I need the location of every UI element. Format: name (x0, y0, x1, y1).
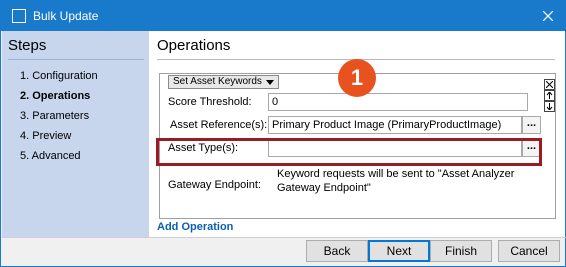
step-parameters[interactable]: 3. Parameters (20, 109, 98, 129)
close-icon (543, 11, 553, 21)
back-button[interactable]: Back (306, 240, 368, 262)
asset-reference-highlight (156, 138, 542, 166)
operations-panel: Operations Set Asset Keywords Score Thre… (149, 31, 565, 237)
step-operations[interactable]: 2. Operations (20, 89, 98, 109)
step-advanced[interactable]: 5. Advanced (20, 149, 98, 169)
bulk-update-dialog: Bulk Update Steps 1. Configuration 2. Op… (0, 0, 566, 267)
next-button[interactable]: Next (368, 240, 430, 262)
cancel-button[interactable]: Cancel (498, 240, 560, 262)
operation-type-label: Set Asset Keywords (173, 76, 262, 87)
move-up-button[interactable] (544, 90, 555, 101)
steps-divider (8, 59, 144, 60)
window-title: Bulk Update (33, 9, 99, 23)
gateway-endpoint-description: Keyword requests will be sent to "Asset … (277, 168, 515, 194)
step-configuration[interactable]: 1. Configuration (20, 69, 98, 89)
gateway-endpoint-label: Gateway Endpoint: (168, 179, 261, 191)
arrow-up-icon (546, 92, 553, 99)
score-threshold-field[interactable]: 0 (268, 93, 528, 111)
steps-title: Steps (8, 37, 47, 54)
steps-list: 1. Configuration 2. Operations 3. Parame… (20, 69, 98, 169)
move-down-button[interactable] (544, 101, 555, 112)
step-preview[interactable]: 4. Preview (20, 129, 98, 149)
remove-operation-button[interactable] (544, 79, 555, 90)
finish-button[interactable]: Finish (430, 240, 492, 262)
title-bar: Bulk Update (1, 1, 565, 31)
score-threshold-label: Score Threshold: (168, 96, 252, 108)
steps-panel: Steps 1. Configuration 2. Operations 3. … (2, 31, 149, 237)
asset-reference-field[interactable]: Primary Product Image (PrimaryProductIma… (268, 116, 522, 134)
window-icon (12, 9, 26, 23)
dropdown-arrow-icon (265, 79, 274, 85)
footer-divider (2, 237, 566, 238)
close-icon (546, 81, 553, 88)
close-button[interactable] (531, 1, 565, 31)
operations-title: Operations (157, 37, 231, 54)
asset-reference-label: Asset Reference(s): (170, 119, 268, 131)
arrow-down-icon (546, 103, 553, 110)
callout-badge: 1 (338, 59, 376, 97)
add-operation-link[interactable]: Add Operation (157, 221, 233, 233)
asset-reference-browse-button[interactable]: ... (522, 116, 541, 134)
operation-type-dropdown[interactable]: Set Asset Keywords (168, 75, 279, 89)
